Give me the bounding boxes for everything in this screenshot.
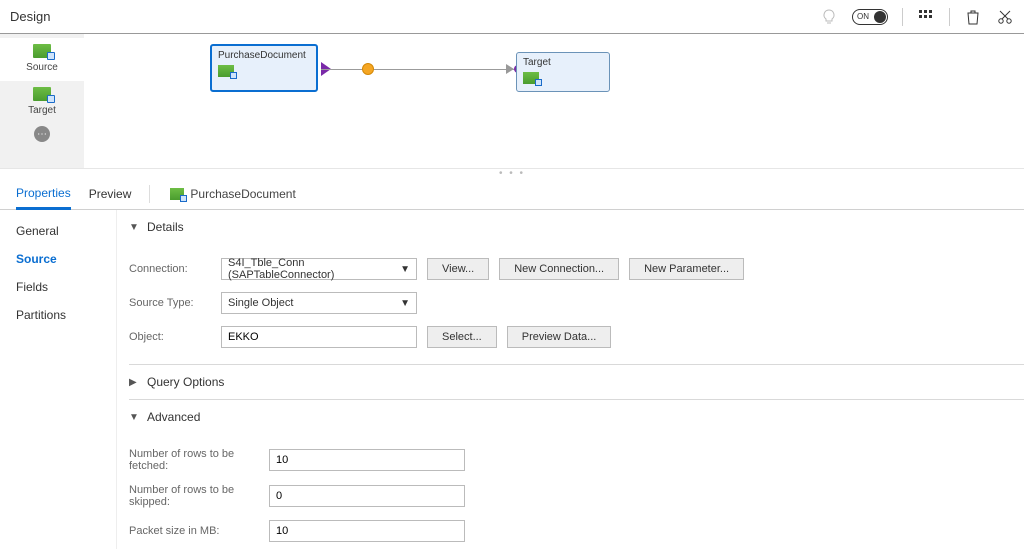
cut-icon[interactable] [996, 8, 1014, 26]
select-source-type[interactable]: Single Object ▼ [221, 292, 417, 314]
row-rows-fetched: Number of rows to be fetched: [129, 442, 1024, 478]
target-icon [33, 87, 51, 101]
breadcrumb: PurchaseDocument [170, 187, 295, 201]
section-title: Details [147, 220, 184, 234]
chevron-down-icon: ▼ [129, 412, 139, 423]
rows-skipped-input[interactable] [269, 485, 465, 507]
palette-label: Source [26, 62, 58, 73]
rows-fetched-input[interactable] [269, 449, 465, 471]
breadcrumb-label: PurchaseDocument [190, 187, 295, 201]
lightbulb-icon[interactable] [820, 8, 838, 26]
label-connection: Connection: [129, 263, 211, 275]
row-source-type: Source Type: Single Object ▼ [129, 286, 1024, 320]
packet-size-input[interactable] [269, 520, 465, 542]
panel-body: General Source Fields Partitions ▼ Detai… [0, 210, 1024, 549]
chevron-down-icon: ▼ [400, 264, 410, 275]
node-label: Target [517, 53, 609, 68]
content-pane: ▼ Details Connection: S4I_Tble_Conn (SAP… [116, 210, 1024, 549]
select-connection[interactable]: S4I_Tble_Conn (SAPTableConnector) ▼ [221, 258, 417, 280]
palette-label: Target [28, 105, 56, 116]
resize-handle[interactable]: • • • [0, 168, 1024, 178]
section-title: Query Options [147, 375, 224, 389]
select-value: S4I_Tble_Conn (SAPTableConnector) [228, 257, 400, 281]
tab-preview[interactable]: Preview [89, 179, 132, 208]
chevron-down-icon: ▼ [129, 222, 139, 233]
connector-line[interactable] [321, 69, 517, 70]
new-connection-button[interactable]: New Connection... [499, 258, 619, 280]
trash-icon[interactable] [964, 8, 982, 26]
table-icon [218, 65, 234, 77]
side-nav: General Source Fields Partitions [0, 210, 116, 549]
row-rows-skipped: Number of rows to be skipped: [129, 478, 1024, 514]
source-icon [33, 44, 51, 58]
section-header-details[interactable]: ▼ Details [129, 220, 1024, 234]
row-object: Object: Select... Preview Data... [129, 320, 1024, 354]
object-input[interactable] [221, 326, 417, 348]
topbar-actions: ON [820, 8, 1014, 26]
divider [149, 185, 150, 203]
label-rows-fetched: Number of rows to be fetched: [129, 448, 259, 472]
tab-row: Properties Preview PurchaseDocument [0, 178, 1024, 210]
label-packet-size: Packet size in MB: [129, 525, 259, 537]
section-advanced: ▼ Advanced Number of rows to be fetched:… [129, 400, 1024, 549]
nav-partitions[interactable]: Partitions [16, 308, 100, 322]
row-packet-size: Packet size in MB: [129, 514, 1024, 548]
view-button[interactable]: View... [427, 258, 489, 280]
section-title: Advanced [147, 410, 200, 424]
table-icon [523, 72, 539, 84]
nav-source[interactable]: Source [16, 252, 100, 266]
section-query-options: ▶ Query Options [129, 365, 1024, 400]
grid-icon[interactable] [917, 8, 935, 26]
new-parameter-button[interactable]: New Parameter... [629, 258, 744, 280]
input-port-icon[interactable] [506, 64, 514, 74]
divider [902, 8, 903, 26]
label-object: Object: [129, 331, 211, 343]
page-title: Design [10, 9, 50, 24]
tab-properties[interactable]: Properties [16, 178, 71, 210]
row-connection: Connection: S4I_Tble_Conn (SAPTableConne… [129, 252, 1024, 286]
label-rows-skipped: Number of rows to be skipped: [129, 484, 259, 508]
warning-icon[interactable] [362, 63, 374, 75]
label-source-type: Source Type: [129, 297, 211, 309]
palette-target[interactable]: Target [0, 81, 84, 124]
section-header-query[interactable]: ▶ Query Options [129, 375, 1024, 389]
section-header-advanced[interactable]: ▼ Advanced [129, 410, 1024, 424]
divider [949, 8, 950, 26]
canvas-area: Source Target ⋯ PurchaseDocument Target [0, 34, 1024, 168]
topbar: Design ON [0, 0, 1024, 34]
toggle-switch[interactable]: ON [852, 9, 888, 25]
nav-fields[interactable]: Fields [16, 280, 100, 294]
palette-source[interactable]: Source [0, 38, 84, 81]
table-icon [170, 188, 184, 200]
node-target[interactable]: Target [516, 52, 610, 92]
section-details: ▼ Details Connection: S4I_Tble_Conn (SAP… [129, 210, 1024, 365]
palette: Source Target ⋯ [0, 34, 84, 168]
flow-canvas[interactable]: PurchaseDocument Target [84, 34, 1024, 168]
palette-more-icon[interactable]: ⋯ [34, 126, 50, 142]
select-button[interactable]: Select... [427, 326, 497, 348]
node-source[interactable]: PurchaseDocument [210, 44, 318, 92]
nav-general[interactable]: General [16, 224, 100, 238]
chevron-right-icon: ▶ [129, 377, 139, 388]
chevron-down-icon: ▼ [400, 298, 410, 309]
preview-data-button[interactable]: Preview Data... [507, 326, 612, 348]
select-value: Single Object [228, 297, 293, 309]
node-label: PurchaseDocument [212, 46, 316, 61]
